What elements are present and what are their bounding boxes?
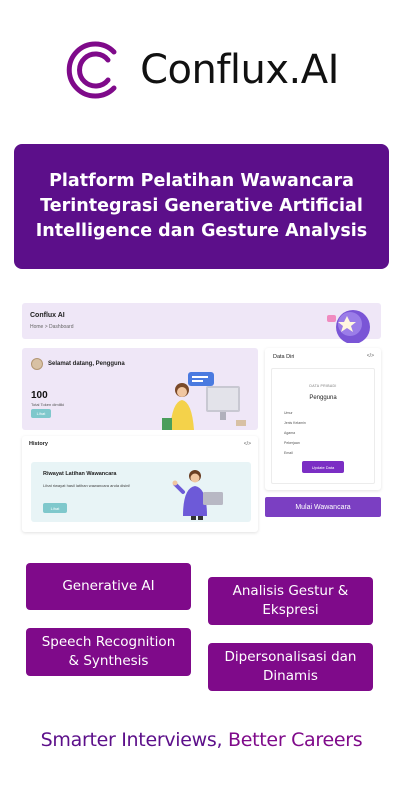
tagline: Smarter Interviews, Better Careers <box>0 729 403 751</box>
breadcrumb: Home > Dashboard <box>30 324 74 330</box>
update-data-button[interactable]: Update Data <box>302 461 344 473</box>
welcome-card: Selamat datang, Pengguna 100 Total Token… <box>22 348 258 430</box>
profile-field-job: Pekerjaan <box>284 441 300 445</box>
profile-subtitle: DATA PRIBADI <box>309 384 337 388</box>
feature-label-line: & Synthesis <box>68 653 149 669</box>
profile-name: Pengguna <box>309 395 337 401</box>
interviewer-illustration-icon <box>162 372 246 430</box>
hero-banner: Platform Pelatihan Wawancara Terintegras… <box>14 144 389 269</box>
person-laptop-illustration-icon <box>172 470 223 520</box>
profile-card: Data Diri </> DATA PRIBADI Pengguna Umur… <box>265 348 381 490</box>
dashboard-brand: Conflux AI <box>30 312 65 319</box>
welcome-text: Selamat datang, Pengguna <box>48 361 125 367</box>
feature-label: Analisis Gestur & Ekspresi <box>233 582 349 620</box>
profile-inner-card: DATA PRIBADI Pengguna Umur Jenis Kelamin… <box>271 368 375 484</box>
code-icon[interactable]: </> <box>367 353 374 359</box>
hero-line-2: Terintegrasi Generative Artificial <box>40 196 363 216</box>
feature-personalized: Dipersonalisasi dan Dinamis <box>208 643 373 691</box>
code-icon[interactable]: </> <box>244 441 251 447</box>
feature-label: Generative AI <box>62 578 155 594</box>
token-label: Total Token dimiliki <box>31 402 65 407</box>
avatar <box>31 358 43 370</box>
view-tokens-button[interactable]: Lihat <box>31 409 51 418</box>
feature-label-line: Dinamis <box>263 668 318 684</box>
token-count: 100 <box>31 390 48 401</box>
brand-name: Conflux.AI <box>140 47 339 93</box>
profile-field-age: Umur <box>284 411 293 415</box>
star-blob-illustration-icon <box>327 310 370 343</box>
profile-field-email: Email <box>284 451 293 455</box>
dashboard-header: Conflux AI Home > Dashboard <box>22 303 381 343</box>
start-interview-button[interactable]: Mulai Wawancara <box>265 497 381 517</box>
feature-speech-recognition: Speech Recognition & Synthesis <box>26 628 191 676</box>
feature-generative-ai: Generative AI <box>26 563 191 610</box>
tagline-part-2: Better Careers <box>228 729 363 751</box>
feature-gesture-analysis: Analisis Gestur & Ekspresi <box>208 577 373 625</box>
feature-label-line: Speech Recognition <box>41 634 176 650</box>
profile-title: Data Diri <box>273 354 295 360</box>
history-inner-card: Riwayat Latihan Wawancara Lihat riwayat … <box>31 462 251 522</box>
feature-label-line: Ekspresi <box>262 602 319 618</box>
tagline-part-1: Smarter Interviews, <box>40 729 223 751</box>
feature-label: Dipersonalisasi dan Dinamis <box>225 648 357 686</box>
conflux-c-logo-icon <box>66 41 117 99</box>
history-card-desc: Lihat riwayat hasil latihan wawancara an… <box>43 483 131 488</box>
profile-field-religion: Agama <box>284 431 296 435</box>
logo-row: Conflux.AI <box>0 38 403 102</box>
hero-line-3: Intelligence dan Gesture Analysis <box>35 221 368 241</box>
view-history-button[interactable]: Lihat <box>43 503 67 513</box>
history-title: History <box>29 441 48 447</box>
profile-field-gender: Jenis Kelamin <box>284 421 306 425</box>
feature-label-line: Analisis Gestur & <box>232 583 349 599</box>
history-card: History </> Riwayat Latihan Wawancara Li… <box>22 436 258 532</box>
feature-label-line: Dipersonalisasi dan <box>224 649 357 665</box>
feature-label: Speech Recognition & Synthesis <box>42 633 176 671</box>
hero-line-1: Platform Pelatihan Wawancara <box>49 171 354 191</box>
hero-text: Platform Pelatihan Wawancara Terintegras… <box>36 169 367 244</box>
history-card-title: Riwayat Latihan Wawancara <box>43 471 117 477</box>
